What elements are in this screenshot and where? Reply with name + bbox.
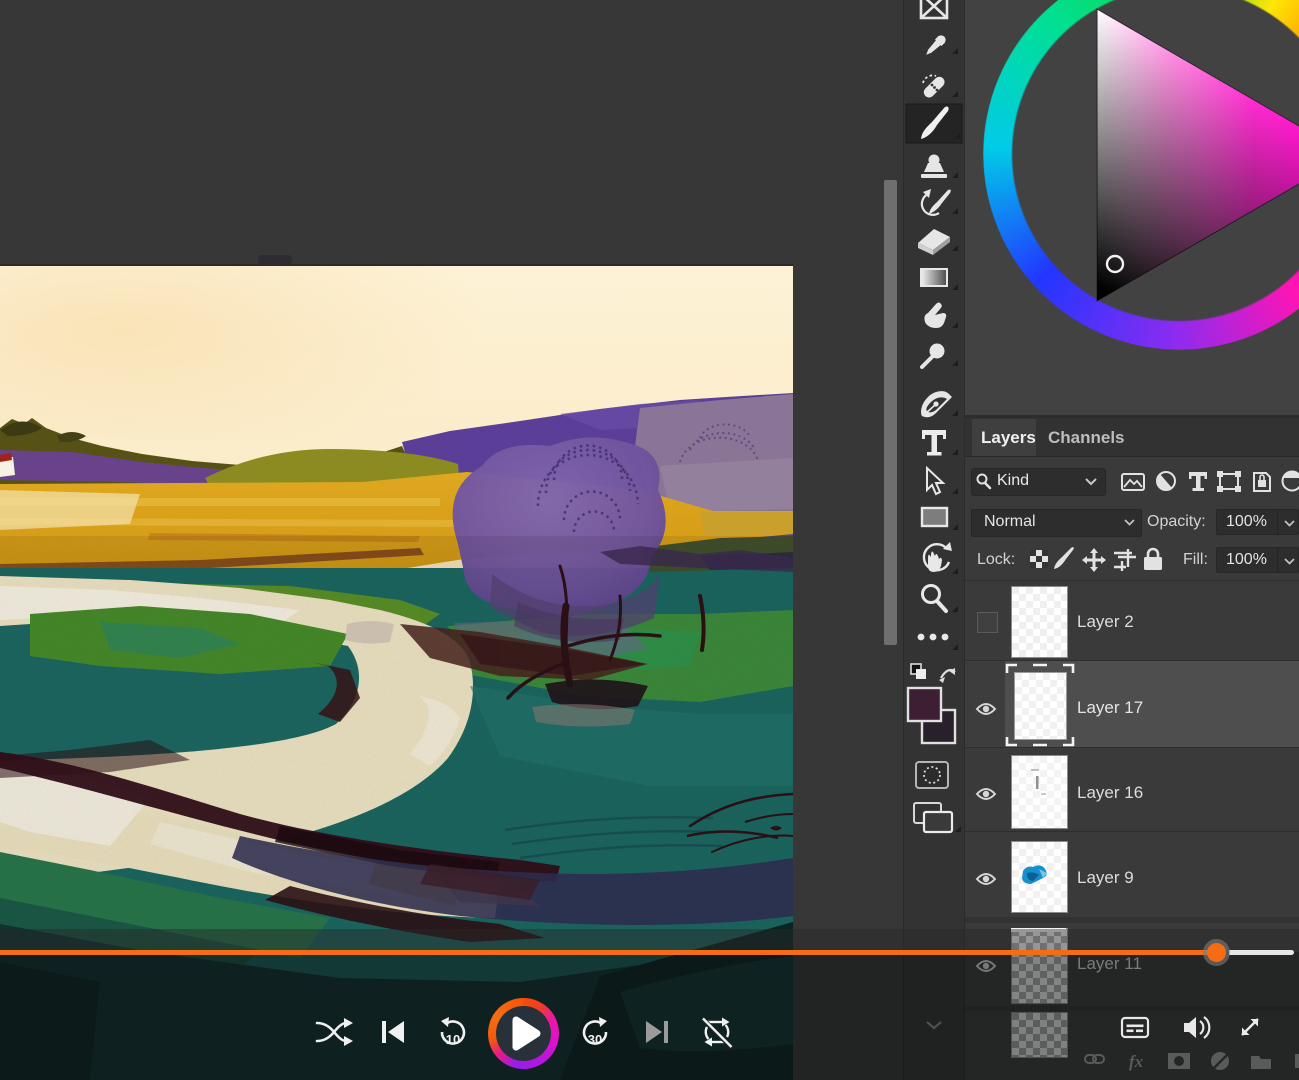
svg-text:30: 30: [588, 1032, 602, 1047]
svg-text:10: 10: [446, 1032, 460, 1047]
